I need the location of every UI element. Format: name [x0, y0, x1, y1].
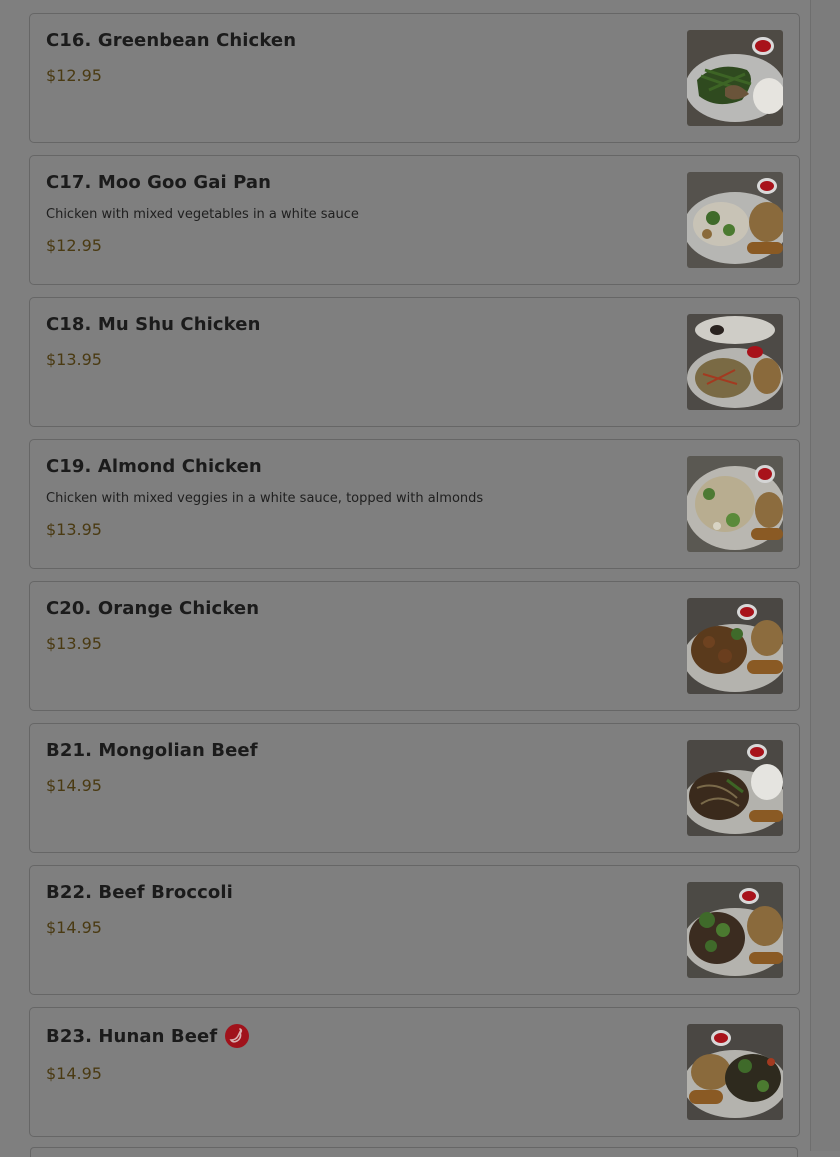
- menu-item-card[interactable]: C17. Moo Goo Gai Pan Chicken with mixed …: [29, 155, 800, 285]
- menu-item-name: C19. Almond Chicken: [46, 456, 262, 477]
- menu-item-card[interactable]: B21. Mongolian Beef $14.95: [29, 723, 800, 853]
- menu-item-price: $14.95: [46, 1064, 102, 1083]
- menu-item-card[interactable]: C19. Almond Chicken Chicken with mixed v…: [29, 439, 800, 569]
- menu-item-photo[interactable]: [687, 30, 783, 126]
- menu-item-name: B23. Hunan Beef: [46, 1024, 250, 1048]
- menu-item-name-text: B23. Hunan Beef: [46, 1025, 218, 1047]
- spicy-pepper-icon: [225, 1024, 250, 1048]
- menu-item-photo[interactable]: [687, 172, 783, 268]
- menu-item-price: $13.95: [46, 350, 102, 369]
- menu-item-card[interactable]: B22. Beef Broccoli $14.95: [29, 865, 800, 995]
- menu-item-photo[interactable]: [687, 740, 783, 836]
- menu-item-name: C18. Mu Shu Chicken: [46, 314, 261, 335]
- menu-item-photo[interactable]: [687, 314, 783, 410]
- menu-item-price: $12.95: [46, 66, 102, 85]
- menu-item-name: C20. Orange Chicken: [46, 598, 260, 619]
- menu-page: C16. Greenbean Chicken $12.95 C17. Moo G…: [0, 0, 810, 1157]
- scrollbar[interactable]: [810, 0, 840, 1151]
- menu-item-price: $13.95: [46, 634, 102, 653]
- menu-item-card[interactable]: C18. Mu Shu Chicken $13.95: [29, 297, 800, 427]
- menu-item-photo[interactable]: [687, 456, 783, 552]
- menu-item-photo[interactable]: [687, 598, 783, 694]
- menu-item-price: $14.95: [46, 776, 102, 795]
- menu-item-card[interactable]: C20. Orange Chicken $13.95: [29, 581, 800, 711]
- menu-item-card[interactable]: B23. Hunan Beef $14.95: [29, 1007, 800, 1137]
- menu-item-description: Chicken with mixed veggies in a white sa…: [46, 491, 484, 506]
- menu-item-photo[interactable]: [687, 882, 783, 978]
- next-menu-item-edge[interactable]: [30, 1147, 798, 1157]
- menu-item-name: B21. Mongolian Beef: [46, 740, 258, 761]
- menu-item-photo[interactable]: [687, 1024, 783, 1120]
- menu-item-price: $14.95: [46, 918, 102, 937]
- menu-item-card[interactable]: C16. Greenbean Chicken $12.95: [29, 13, 800, 143]
- menu-item-price: $12.95: [46, 236, 102, 255]
- menu-item-name: C16. Greenbean Chicken: [46, 30, 297, 51]
- menu-item-price: $13.95: [46, 520, 102, 539]
- menu-item-name: B22. Beef Broccoli: [46, 882, 233, 903]
- menu-item-description: Chicken with mixed vegetables in a white…: [46, 207, 359, 222]
- menu-item-name: C17. Moo Goo Gai Pan: [46, 172, 272, 193]
